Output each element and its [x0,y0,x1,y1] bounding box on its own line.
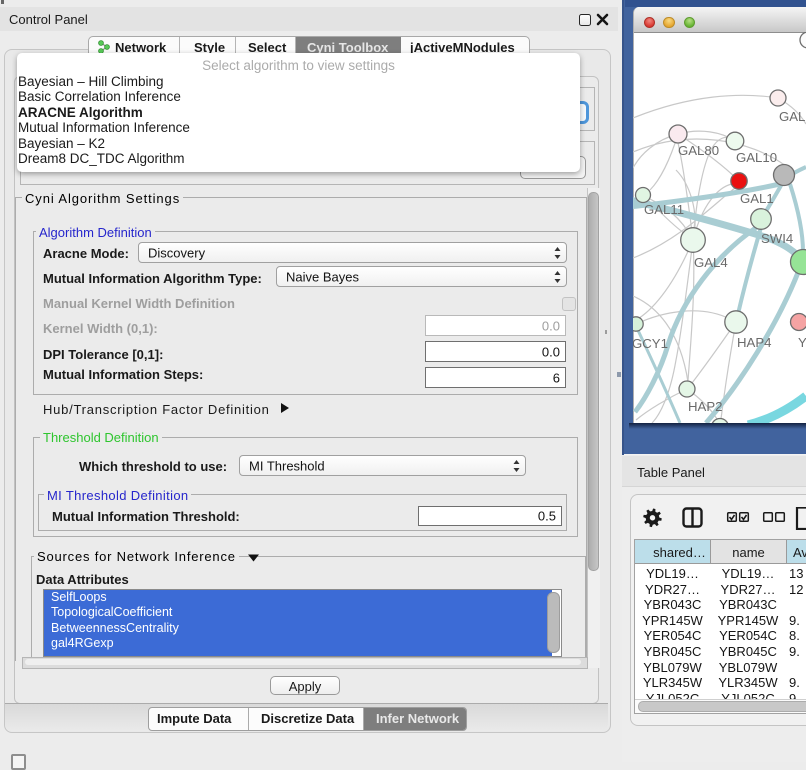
svg-text:GAL11: GAL11 [644,202,684,217]
svg-text:GAL7: GAL7 [779,109,806,124]
svg-text:GAL10: GAL10 [736,150,777,165]
svg-text:GAL4: GAL4 [694,255,728,270]
svg-text:HAP4: HAP4 [737,335,771,350]
svg-text:Y: Y [798,335,806,350]
svg-text:GCY1: GCY1 [633,336,668,351]
svg-text:HAP2: HAP2 [688,399,722,414]
svg-text:GAL1: GAL1 [740,191,774,206]
svg-text:SWI4: SWI4 [761,231,793,246]
svg-text:GAL80: GAL80 [678,143,719,158]
